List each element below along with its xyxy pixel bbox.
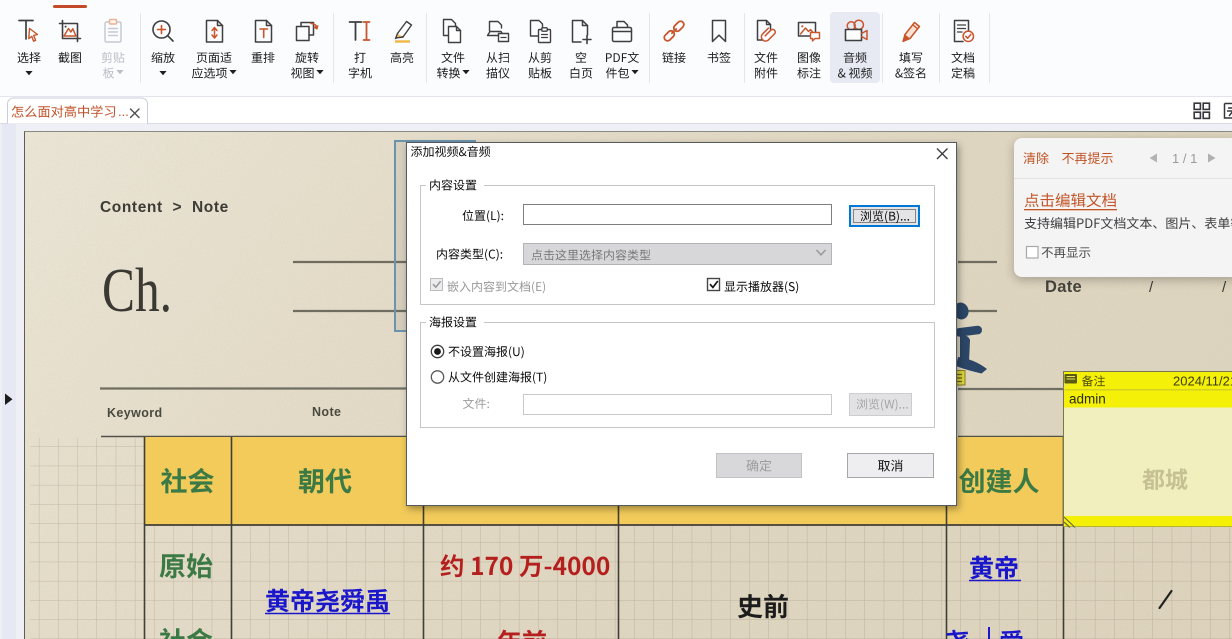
svg-text:Date: Date — [1045, 278, 1082, 296]
svg-text:Keyword: Keyword — [107, 406, 163, 420]
svg-text:Note: Note — [312, 405, 341, 419]
svg-text:admin: admin — [1069, 392, 1106, 407]
svg-text:2024/11/21: 2024/11/21 — [1173, 374, 1232, 389]
svg-text:Content > Note: Content > Note — [100, 199, 229, 216]
svg-text:...: ... — [118, 104, 129, 119]
svg-text:Ch.: Ch. — [102, 257, 172, 325]
svg-text:1 / 1: 1 / 1 — [1172, 151, 1197, 166]
